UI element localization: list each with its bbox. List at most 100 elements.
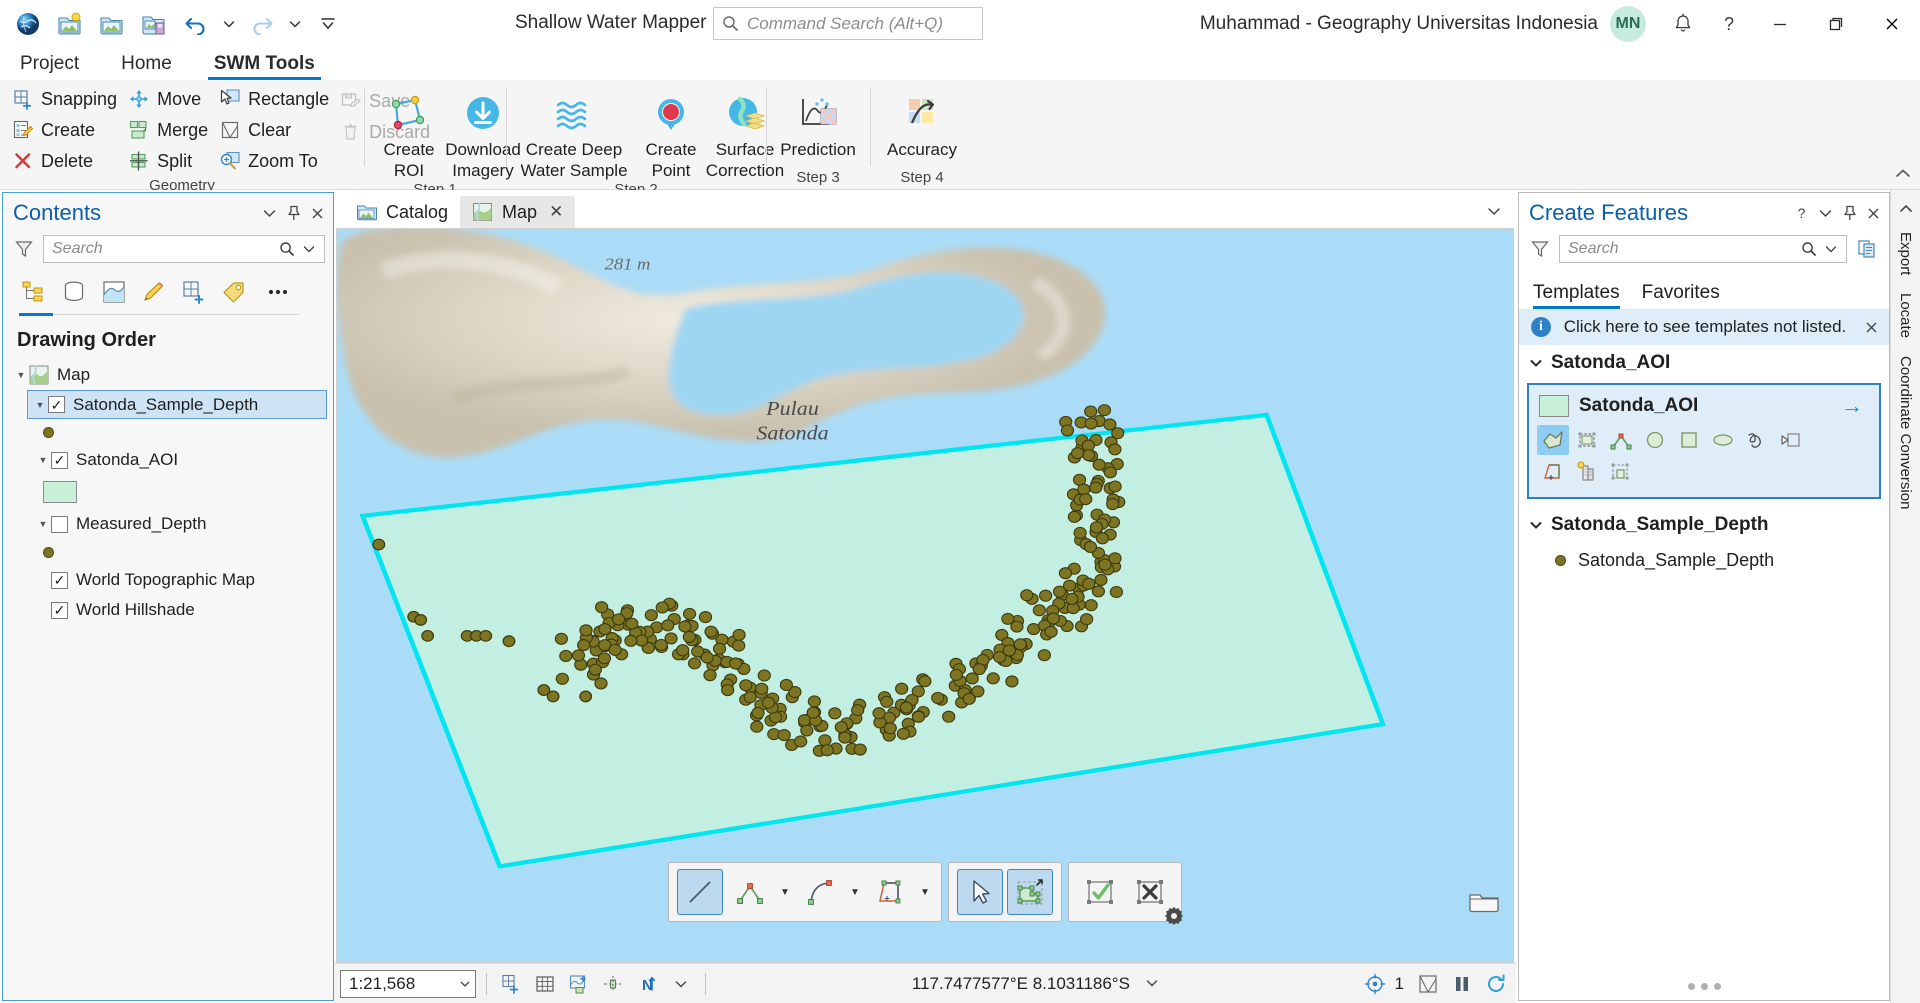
- info-banner-close-icon[interactable]: [1859, 314, 1883, 340]
- notifications-bell-icon[interactable]: [1660, 0, 1706, 48]
- open-project-icon[interactable]: [92, 4, 132, 44]
- template-group-satonda-sample-depth[interactable]: Satonda_Sample_Depth: [1519, 507, 1889, 543]
- contents-search-input[interactable]: Search: [43, 235, 325, 263]
- undo-icon[interactable]: [176, 4, 216, 44]
- template-properties-arrow-icon[interactable]: →: [1841, 393, 1869, 419]
- line-segment-tool[interactable]: [677, 869, 723, 915]
- restore-button[interactable]: [1808, 0, 1864, 48]
- expand-caret-icon[interactable]: ▼: [32, 400, 48, 410]
- tree-item-measured-depth[interactable]: ▼ Measured_Depth: [3, 509, 333, 539]
- more-options-icon[interactable]: [261, 275, 295, 309]
- pagination-dot[interactable]: [1713, 982, 1721, 990]
- collapse-ribbon-icon[interactable]: [1894, 167, 1912, 185]
- tree-item-satonda-sample-depth[interactable]: ▼ Satonda_Sample_Depth: [27, 390, 327, 419]
- toolbar-settings-gear-icon[interactable]: [1162, 904, 1186, 928]
- ellipse-tool[interactable]: [1707, 425, 1739, 455]
- prediction-button[interactable]: Prediction: [774, 88, 862, 159]
- list-by-editing-icon[interactable]: [137, 275, 171, 309]
- arc-segment-tool[interactable]: [797, 869, 843, 915]
- list-by-snapping-icon[interactable]: [177, 275, 211, 309]
- create-point-button[interactable]: Create Point: [634, 88, 708, 180]
- tree-item-world-topographic-map[interactable]: World Topographic Map: [3, 565, 333, 595]
- view-tabs-dropdown-icon[interactable]: [1486, 204, 1502, 222]
- contents-dropdown-icon[interactable]: [257, 200, 281, 226]
- select-arrow-tool[interactable]: [957, 869, 1003, 915]
- create-features-pin-icon[interactable]: [1837, 200, 1861, 226]
- auto-complete-polygon-tool[interactable]: [1605, 425, 1637, 455]
- contents-close-icon[interactable]: [305, 200, 329, 226]
- pagination-dot[interactable]: [1700, 982, 1708, 990]
- tree-item-satonda-aoi[interactable]: ▼ Satonda_AOI: [3, 445, 333, 475]
- snapping-toggle-icon[interactable]: [497, 970, 525, 998]
- tree-item-map[interactable]: ▼ Map: [3, 360, 333, 390]
- square-tool[interactable]: [1673, 425, 1705, 455]
- move-button[interactable]: Move: [124, 84, 215, 114]
- create-button[interactable]: Create: [8, 115, 124, 145]
- expand-caret-icon[interactable]: ▼: [13, 370, 29, 380]
- view-tab-map[interactable]: Map ✕: [460, 196, 576, 228]
- tab-home[interactable]: Home: [115, 53, 178, 80]
- map-scale-selector[interactable]: 1:21,568: [340, 969, 476, 998]
- autocomplete-rectangle-tool[interactable]: [1605, 457, 1637, 487]
- undo-dropdown-icon[interactable]: [218, 4, 240, 44]
- map-overview-toggle-icon[interactable]: [1465, 886, 1503, 916]
- right-angle-polygon-tool[interactable]: [1537, 457, 1569, 487]
- create-features-dropdown-icon[interactable]: [1813, 200, 1837, 226]
- new-project-icon[interactable]: [50, 4, 90, 44]
- pause-drawing-icon[interactable]: [1448, 970, 1476, 998]
- grid-toggle-icon[interactable]: [531, 970, 559, 998]
- accuracy-button[interactable]: Accuracy: [881, 88, 963, 159]
- template-card-satonda-aoi[interactable]: Satonda_AOI →: [1527, 383, 1881, 499]
- create-deep-water-sample-button[interactable]: Create Deep Water Sample: [514, 88, 634, 180]
- dock-tab-export[interactable]: Export: [1895, 224, 1916, 283]
- rectangle-select-button[interactable]: Rectangle: [215, 84, 336, 114]
- contents-search-icon[interactable]: [276, 238, 298, 260]
- snapping-button[interactable]: Snapping: [8, 84, 124, 114]
- map-exploration-icon[interactable]: [565, 970, 593, 998]
- manage-templates-icon[interactable]: [1855, 236, 1881, 262]
- rightangle-tool-dropdown-icon[interactable]: ▼: [917, 869, 933, 915]
- list-by-data-source-icon[interactable]: [57, 275, 91, 309]
- expand-caret-icon[interactable]: ▼: [35, 455, 51, 465]
- create-features-search-icon[interactable]: [1798, 238, 1820, 260]
- tab-swm-tools[interactable]: SWM Tools: [207, 53, 321, 80]
- trace-tool[interactable]: [1775, 425, 1807, 455]
- list-by-labeling-icon[interactable]: [217, 275, 251, 309]
- tab-templates[interactable]: Templates: [1533, 282, 1620, 309]
- finish-sketch-button[interactable]: [1077, 869, 1123, 915]
- expand-caret-icon[interactable]: ▼: [35, 519, 51, 529]
- customize-qat-icon[interactable]: [308, 4, 348, 44]
- redo-dropdown-icon[interactable]: [284, 4, 306, 44]
- tab-project[interactable]: Project: [14, 53, 85, 80]
- redo-icon[interactable]: [242, 4, 282, 44]
- freehand-tool[interactable]: [1741, 425, 1773, 455]
- close-button[interactable]: [1864, 0, 1920, 48]
- filter-icon[interactable]: [13, 238, 35, 260]
- polyline-tool-dropdown-icon[interactable]: ▼: [777, 869, 793, 915]
- command-search-input[interactable]: Command Search (Alt+Q): [713, 7, 983, 40]
- create-features-close-icon[interactable]: [1861, 200, 1885, 226]
- templates-info-text[interactable]: Click here to see templates not listed.: [1563, 317, 1847, 337]
- contents-pin-icon[interactable]: [281, 200, 305, 226]
- circle-tool[interactable]: [1639, 425, 1671, 455]
- tree-item-world-hillshade[interactable]: World Hillshade: [3, 595, 333, 625]
- right-dock-collapse-icon[interactable]: [1898, 196, 1914, 222]
- construct-geometry-tool[interactable]: [1571, 457, 1603, 487]
- contents-search-dropdown-icon[interactable]: [298, 238, 320, 260]
- create-features-search-input[interactable]: Search: [1559, 235, 1847, 263]
- save-project-icon[interactable]: [134, 4, 174, 44]
- create-roi-button[interactable]: Create ROI: [372, 88, 446, 180]
- view-tab-catalog[interactable]: Catalog: [344, 196, 460, 228]
- list-by-selection-icon[interactable]: [97, 275, 131, 309]
- dock-tab-locate[interactable]: Locate: [1895, 285, 1916, 346]
- clear-selection-icon[interactable]: [1414, 970, 1442, 998]
- layer-visibility-checkbox[interactable]: [51, 515, 68, 533]
- minimize-button[interactable]: [1752, 0, 1808, 48]
- delete-button[interactable]: Delete: [8, 146, 124, 176]
- filter-icon[interactable]: [1529, 238, 1551, 260]
- clear-selection-button[interactable]: Clear: [215, 115, 336, 145]
- template-group-satonda-aoi[interactable]: Satonda_AOI: [1519, 345, 1889, 381]
- tab-favorites[interactable]: Favorites: [1642, 282, 1720, 309]
- measure-icon[interactable]: [599, 970, 627, 998]
- avatar[interactable]: MN: [1610, 6, 1646, 42]
